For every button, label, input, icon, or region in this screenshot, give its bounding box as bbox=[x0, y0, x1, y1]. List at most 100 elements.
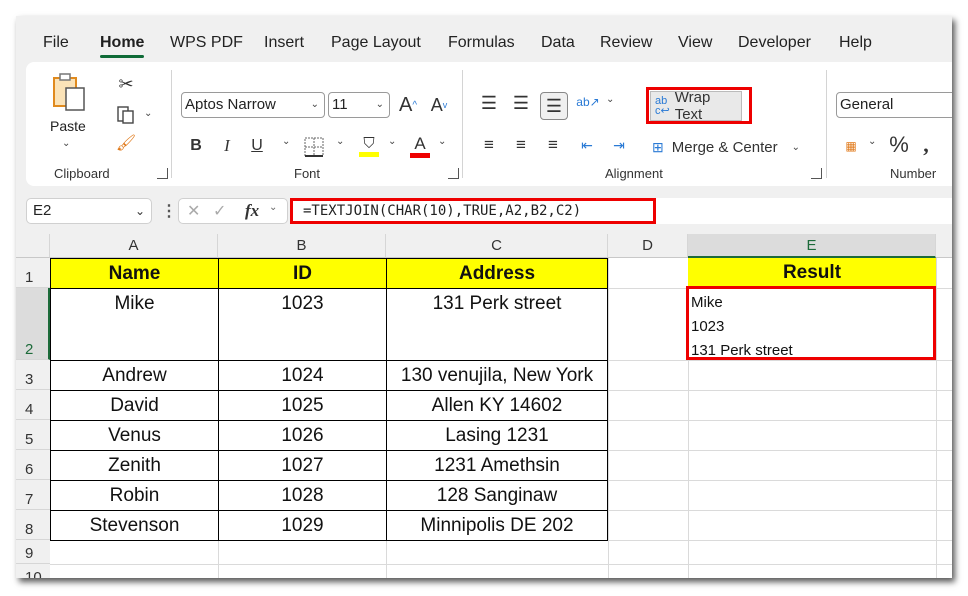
tab-developer[interactable]: Developer bbox=[738, 34, 811, 52]
column-header-f[interactable] bbox=[936, 234, 952, 258]
table-cell[interactable]: Zenith bbox=[50, 450, 219, 481]
align-left-icon[interactable]: ≡ bbox=[478, 134, 500, 156]
row-header-5[interactable]: 5 bbox=[16, 420, 50, 450]
cancel-icon[interactable]: ✕ bbox=[187, 201, 200, 221]
column-header-e[interactable]: E bbox=[688, 234, 936, 258]
more-options-icon[interactable]: ⋮ bbox=[161, 201, 177, 221]
table-cell[interactable]: Lasing 1231 bbox=[386, 420, 608, 451]
tab-file[interactable]: File bbox=[43, 34, 69, 52]
table-cell[interactable]: 1029 bbox=[218, 510, 387, 541]
cut-icon[interactable]: ✂ bbox=[116, 72, 136, 96]
table-cell[interactable]: Robin bbox=[50, 480, 219, 511]
row-header-1[interactable]: 1 bbox=[16, 258, 50, 288]
tab-data[interactable]: Data bbox=[541, 34, 575, 52]
formula-input[interactable]: =TEXTJOIN(CHAR(10),TRUE,A2,B2,C2) bbox=[290, 198, 656, 224]
underline-dropdown-icon[interactable]: ⌄ bbox=[282, 136, 290, 147]
comma-style-button[interactable]: , bbox=[918, 132, 934, 158]
cell-b1[interactable]: ID bbox=[218, 258, 387, 289]
table-cell[interactable]: 131 Perk street bbox=[386, 288, 608, 361]
top-align-icon[interactable]: ☰ bbox=[478, 92, 500, 114]
orientation-dropdown-icon[interactable]: ⌄ bbox=[606, 94, 614, 105]
table-cell[interactable]: 1231 Amethsin bbox=[386, 450, 608, 481]
cell-c1[interactable]: Address bbox=[386, 258, 608, 289]
increase-font-size-icon[interactable]: A ^ bbox=[396, 92, 420, 118]
tab-insert[interactable]: Insert bbox=[264, 34, 304, 52]
align-right-icon[interactable]: ≡ bbox=[542, 134, 564, 156]
number-format-select[interactable]: General bbox=[836, 92, 952, 118]
table-cell[interactable]: Andrew bbox=[50, 360, 219, 391]
tab-formulas[interactable]: Formulas bbox=[448, 34, 515, 52]
align-center-icon[interactable]: ≡ bbox=[510, 134, 532, 156]
worksheet-grid[interactable]: A B C D E 1 2 3 4 5 6 7 8 9 10 Name ID A… bbox=[16, 234, 952, 578]
column-header-d[interactable]: D bbox=[608, 234, 688, 258]
fill-color-dropdown-icon[interactable]: ⌄ bbox=[388, 136, 396, 147]
table-cell[interactable]: David bbox=[50, 390, 219, 421]
italic-button[interactable]: I bbox=[218, 134, 236, 158]
formula-input-extension[interactable] bbox=[656, 198, 952, 224]
tab-home[interactable]: Home bbox=[100, 34, 145, 58]
table-cell[interactable]: 1025 bbox=[218, 390, 387, 421]
row-header-8[interactable]: 8 bbox=[16, 510, 50, 540]
font-color-button[interactable]: A bbox=[409, 132, 431, 160]
tab-review[interactable]: Review bbox=[600, 34, 652, 52]
select-all-corner[interactable] bbox=[16, 234, 50, 258]
borders-icon[interactable] bbox=[303, 136, 325, 158]
row-header-10[interactable]: 10 bbox=[16, 564, 50, 578]
table-cell[interactable]: Allen KY 14602 bbox=[386, 390, 608, 421]
row-header-6[interactable]: 6 bbox=[16, 450, 50, 480]
merge-center-button[interactable]: ⊞ Merge & Center ⌄ bbox=[652, 134, 822, 160]
cell-e1[interactable]: Result bbox=[688, 258, 936, 288]
font-launcher-icon[interactable] bbox=[448, 168, 459, 179]
fill-color-button[interactable]: ⛉ bbox=[358, 132, 380, 160]
enter-icon[interactable]: ✓ bbox=[213, 201, 226, 221]
table-cell[interactable]: 1023 bbox=[218, 288, 387, 361]
font-size-select[interactable]: 11 ⌄ bbox=[328, 92, 390, 118]
row-header-4[interactable]: 4 bbox=[16, 390, 50, 420]
fx-dropdown-icon[interactable]: ⌄ bbox=[269, 202, 277, 213]
tab-help[interactable]: Help bbox=[839, 34, 872, 52]
tab-wps-pdf[interactable]: WPS PDF bbox=[170, 34, 243, 52]
table-cell[interactable]: 130 venujila, New York bbox=[386, 360, 608, 391]
tab-view[interactable]: View bbox=[678, 34, 712, 52]
accounting-format-icon[interactable]: ▦ bbox=[838, 134, 864, 158]
increase-indent-icon[interactable]: ⇥ bbox=[608, 134, 630, 156]
row-header-9[interactable]: 9 bbox=[16, 540, 50, 564]
percent-style-button[interactable]: % bbox=[888, 132, 910, 158]
table-cell[interactable]: Minnipolis DE 202 bbox=[386, 510, 608, 541]
table-cell[interactable]: Stevenson bbox=[50, 510, 219, 541]
cell-a1[interactable]: Name bbox=[50, 258, 219, 289]
column-header-a[interactable]: A bbox=[50, 234, 218, 258]
row-header-3[interactable]: 3 bbox=[16, 360, 50, 390]
row-header-7[interactable]: 7 bbox=[16, 480, 50, 510]
alignment-launcher-icon[interactable] bbox=[811, 168, 822, 179]
font-name-select[interactable]: Aptos Narrow ⌄ bbox=[181, 92, 325, 118]
underline-button[interactable]: U bbox=[248, 134, 266, 158]
row-header-2[interactable]: 2 bbox=[16, 288, 50, 360]
font-color-dropdown-icon[interactable]: ⌄ bbox=[438, 136, 446, 147]
table-cell[interactable]: 1027 bbox=[218, 450, 387, 481]
copy-icon[interactable] bbox=[114, 104, 138, 126]
name-box[interactable]: E2 ⌄ bbox=[26, 198, 152, 224]
merge-dropdown-icon[interactable]: ⌄ bbox=[792, 142, 800, 153]
paste-button[interactable] bbox=[50, 72, 90, 112]
paste-label[interactable]: Paste bbox=[50, 118, 86, 134]
clipboard-launcher-icon[interactable] bbox=[157, 168, 168, 179]
middle-align-icon[interactable]: ☰ bbox=[510, 92, 532, 114]
table-cell[interactable]: 1024 bbox=[218, 360, 387, 391]
borders-dropdown-icon[interactable]: ⌄ bbox=[336, 136, 344, 147]
decrease-indent-icon[interactable]: ⇤ bbox=[576, 134, 598, 156]
column-header-c[interactable]: C bbox=[386, 234, 608, 258]
paste-dropdown-icon[interactable]: ⌄ bbox=[62, 138, 70, 149]
orientation-icon[interactable]: ab↗ bbox=[576, 90, 600, 114]
table-cell[interactable]: Venus bbox=[50, 420, 219, 451]
table-cell[interactable]: 1028 bbox=[218, 480, 387, 511]
table-cell[interactable]: 128 Sanginaw bbox=[386, 480, 608, 511]
bold-button[interactable]: B bbox=[187, 134, 205, 158]
bottom-align-icon[interactable]: ☰ bbox=[540, 92, 568, 120]
decrease-font-size-icon[interactable]: Av bbox=[427, 92, 451, 118]
column-header-b[interactable]: B bbox=[218, 234, 386, 258]
table-cell[interactable]: Mike bbox=[50, 288, 219, 361]
table-cell[interactable]: 1026 bbox=[218, 420, 387, 451]
copy-dropdown-icon[interactable]: ⌄ bbox=[144, 108, 152, 119]
tab-page-layout[interactable]: Page Layout bbox=[331, 34, 421, 52]
